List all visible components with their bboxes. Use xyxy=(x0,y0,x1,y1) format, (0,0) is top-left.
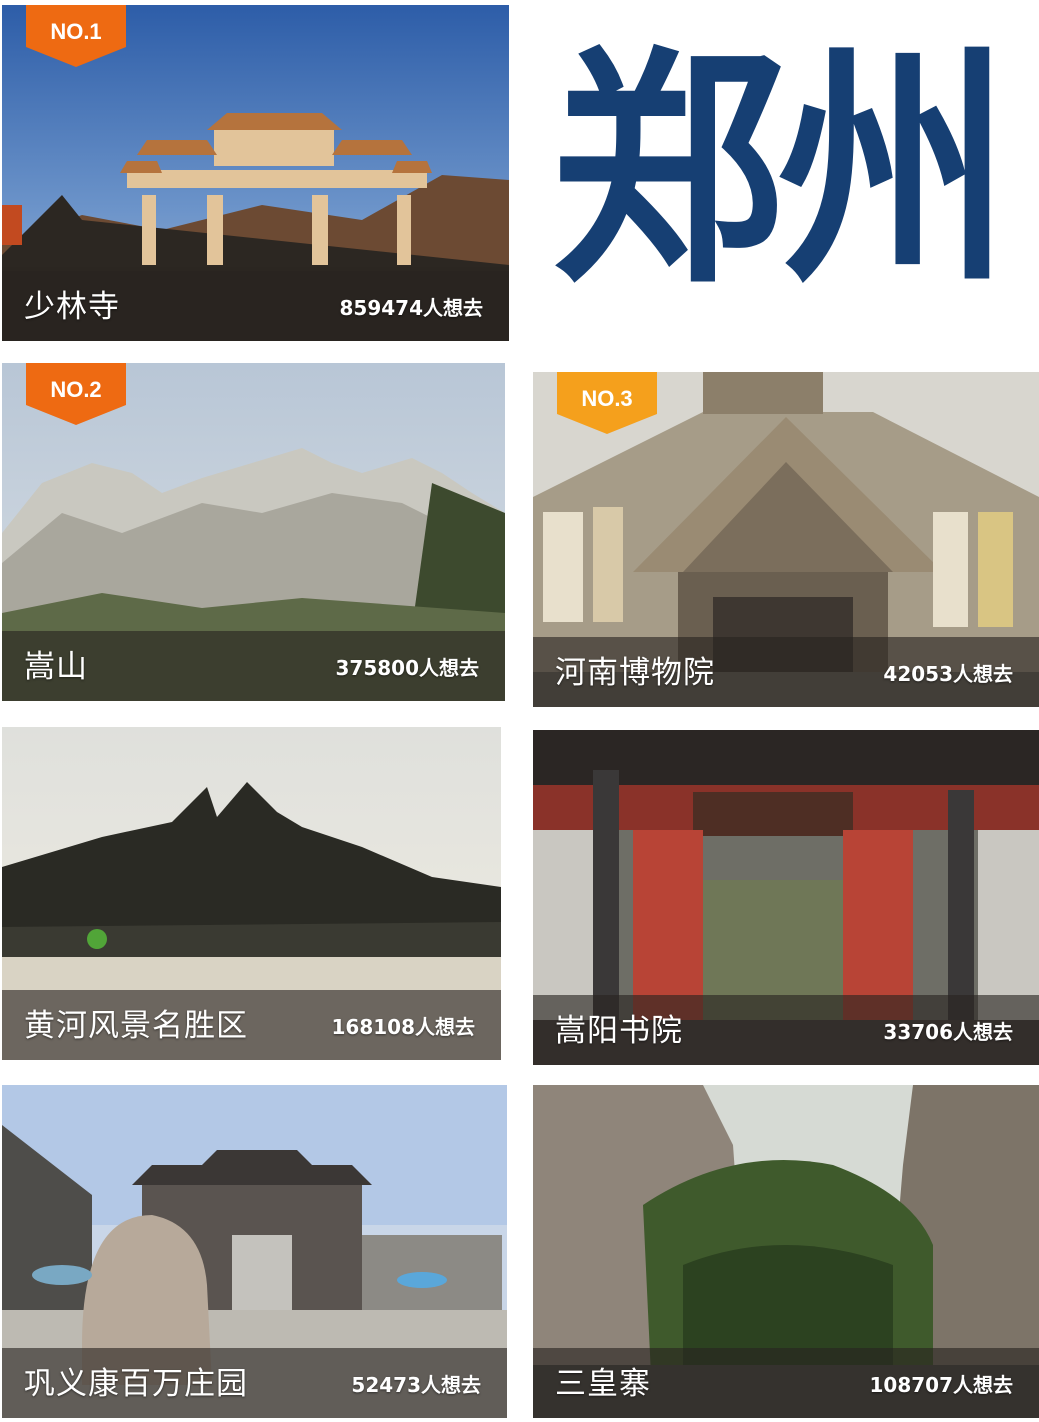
rank-badge: NO.2 xyxy=(26,363,126,425)
attraction-name: 少林寺 xyxy=(24,289,120,325)
want-to-go-count: 859474人想去 xyxy=(339,296,484,320)
attraction-card-shaolin[interactable]: 少林寺 859474人想去 NO.1 xyxy=(2,5,509,341)
attraction-name: 河南博物院 xyxy=(555,655,715,691)
rank-label: NO.1 xyxy=(50,19,102,44)
attraction-name: 三皇寨 xyxy=(555,1366,651,1402)
attraction-card-yellow-river[interactable]: 黄河风景名胜区 168108人想去 xyxy=(2,727,501,1060)
attraction-name: 嵩山 xyxy=(24,649,88,685)
attraction-card-sanhuangzhai[interactable]: 三皇寨 108707人想去 xyxy=(533,1085,1039,1418)
attraction-card-henan-museum[interactable]: 河南博物院 42053人想去 NO.3 xyxy=(533,372,1039,707)
attraction-name: 巩义康百万庄园 xyxy=(24,1366,248,1402)
rank-badge: NO.1 xyxy=(26,5,126,67)
attraction-name: 黄河风景名胜区 xyxy=(24,1008,248,1044)
rank-badge: NO.3 xyxy=(557,372,657,434)
attraction-card-songyang-academy[interactable]: 嵩阳书院 33706人想去 xyxy=(533,730,1039,1065)
attraction-name: 嵩阳书院 xyxy=(555,1013,683,1049)
want-to-go-count: 33706人想去 xyxy=(883,1020,1013,1044)
want-to-go-count: 168108人想去 xyxy=(331,1015,476,1039)
city-title: 郑州 xyxy=(551,22,1010,317)
attraction-card-kang-baiwan-manor[interactable]: 巩义康百万庄园 52473人想去 xyxy=(2,1085,507,1418)
want-to-go-count: 52473人想去 xyxy=(351,1373,481,1397)
want-to-go-count: 108707人想去 xyxy=(869,1373,1014,1397)
attraction-card-songshan[interactable]: 嵩山 375800人想去 NO.2 xyxy=(2,363,505,701)
rank-label: NO.3 xyxy=(581,386,633,411)
want-to-go-count: 42053人想去 xyxy=(883,662,1013,686)
rank-label: NO.2 xyxy=(50,377,102,402)
want-to-go-count: 375800人想去 xyxy=(335,656,480,680)
